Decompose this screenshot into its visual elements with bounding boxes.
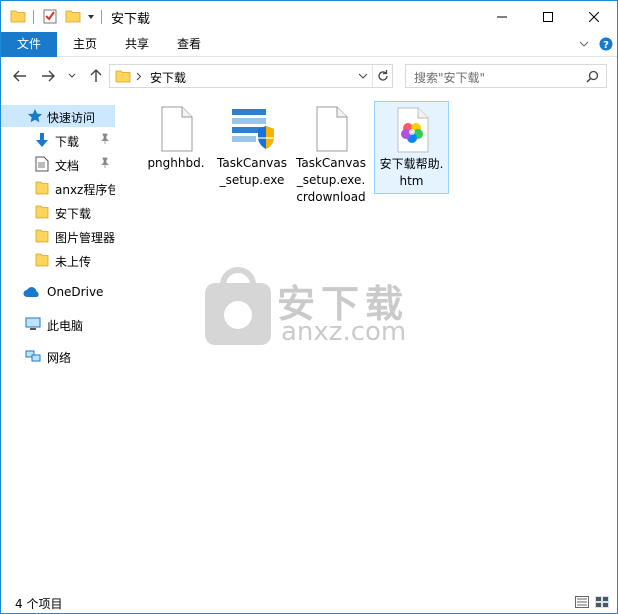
folder-icon [35, 205, 49, 219]
file-item-taskcanvas-exe[interactable]: TaskCanvas_setup.exe [214, 101, 290, 192]
new-folder-icon[interactable] [65, 8, 81, 24]
file-name: pnghhbd. [147, 156, 205, 170]
sidebar-item-image-manager[interactable]: 图片管理器 [1, 225, 115, 247]
sidebar-item-downloads[interactable]: 下载 [1, 129, 115, 151]
explorer-window: 安下载 文件 主页 共享 查看 ? 安下载 搜索"安下载" 快速访问 下载 文档… [0, 0, 618, 614]
ribbon-tabs: 文件 主页 共享 查看 ? [1, 32, 617, 57]
item-count: 4 个项目 [15, 597, 63, 611]
search-box[interactable]: 搜索"安下载" [405, 64, 607, 88]
sidebar-item-label: 网络 [47, 351, 72, 365]
sidebar-item-label: 未上传 [55, 255, 92, 269]
tab-home[interactable]: 主页 [63, 32, 107, 57]
sidebar-item-label: 图片管理器 [55, 231, 115, 245]
sidebar-item-not-uploaded[interactable]: 未上传 [1, 249, 115, 271]
sidebar-item-label: OneDrive [47, 285, 104, 299]
chevron-down-icon [68, 73, 76, 78]
minimize-button[interactable] [479, 1, 525, 32]
window-title: 安下载 [111, 12, 151, 27]
sidebar-item-label: 快速访问 [47, 111, 96, 125]
htm-file-icon [397, 107, 428, 153]
sidebar-item-this-pc[interactable]: 此电脑 [1, 313, 115, 335]
tab-view[interactable]: 查看 [167, 32, 211, 57]
recent-locations-button[interactable] [65, 67, 79, 85]
pin-icon[interactable] [100, 157, 110, 169]
file-name: 安下载帮助.htm [379, 157, 444, 188]
sidebar-item-anxiazai[interactable]: 安下载 [1, 201, 115, 223]
title-bar: 安下载 [1, 1, 617, 32]
sidebar-item-label: 此电脑 [47, 319, 84, 333]
pin-icon[interactable] [100, 133, 110, 145]
chevron-right-icon[interactable] [136, 72, 142, 81]
search-icon[interactable] [586, 70, 599, 83]
sidebar-item-documents[interactable]: 文档 [1, 153, 115, 175]
blank-file-icon [316, 106, 348, 152]
arrow-right-icon [42, 70, 55, 82]
maximize-button[interactable] [525, 1, 571, 32]
expand-ribbon-icon[interactable] [579, 40, 589, 48]
folder-icon [35, 253, 49, 267]
properties-icon[interactable] [42, 8, 58, 24]
installer-exe-icon [232, 109, 274, 149]
sidebar-item-network[interactable]: 网络 [1, 345, 115, 367]
address-path[interactable]: 安下载 [150, 69, 186, 86]
title-separator [33, 10, 34, 24]
address-bar[interactable]: 安下载 [109, 64, 393, 88]
document-icon [35, 156, 49, 172]
folder-icon [35, 181, 49, 195]
customize-toolbar-icon[interactable] [87, 13, 95, 21]
close-button[interactable] [571, 1, 617, 32]
minimize-icon [497, 16, 507, 17]
file-name: TaskCanvas_setup.exe.crdownload [296, 156, 366, 204]
sidebar-item-onedrive[interactable]: OneDrive [1, 281, 115, 303]
maximize-icon [543, 11, 553, 22]
navigation-pane: 快速访问 下载 文档 anxz程序包 安下载 图片管理器 未上传 OneDriv… [1, 101, 115, 589]
file-name: TaskCanvas_setup.exe [217, 156, 287, 187]
sidebar-item-anxz[interactable]: anxz程序包 [1, 177, 115, 199]
sidebar-item-quick-access[interactable]: 快速访问 [1, 105, 115, 127]
file-item-pnghhbd[interactable]: pnghhbd. [138, 101, 214, 175]
tab-file[interactable]: 文件 [1, 32, 57, 57]
watermark-subtext: anxz.com [281, 317, 407, 347]
folder-icon [115, 70, 131, 83]
star-icon [27, 109, 43, 123]
address-dropdown-icon[interactable] [358, 73, 368, 80]
title-separator [101, 10, 102, 24]
sidebar-item-label: 文档 [55, 159, 80, 173]
details-view-icon[interactable] [575, 596, 589, 608]
arrow-up-icon [90, 69, 102, 82]
forward-button[interactable] [39, 67, 57, 85]
file-item-help-htm[interactable]: 安下载帮助.htm [374, 101, 449, 194]
large-icons-view-icon[interactable] [595, 596, 609, 608]
refresh-icon[interactable] [376, 69, 390, 83]
computer-icon [25, 317, 41, 330]
sidebar-item-label: anxz程序包 [55, 183, 115, 197]
up-button[interactable] [87, 67, 105, 85]
address-divider [372, 65, 373, 87]
network-icon [25, 350, 41, 362]
help-icon[interactable]: ? [599, 37, 613, 51]
close-icon [589, 11, 599, 22]
file-item-taskcanvas-crdownload[interactable]: TaskCanvas_setup.exe.crdownload [293, 101, 369, 209]
download-arrow-icon [36, 133, 48, 147]
arrow-left-icon [13, 70, 26, 82]
blank-file-icon [161, 106, 193, 152]
svg-text:?: ? [603, 40, 609, 51]
search-placeholder[interactable]: 搜索"安下载" [414, 69, 485, 86]
folder-icon [35, 229, 49, 243]
back-button[interactable] [11, 67, 29, 85]
status-bar: 4 个项目 [1, 591, 617, 613]
sidebar-item-label: 安下载 [55, 207, 92, 221]
sidebar-item-label: 下载 [55, 135, 80, 149]
folder-icon [10, 10, 26, 23]
watermark-bag-icon [205, 267, 271, 345]
cloud-icon [23, 287, 39, 297]
tab-share[interactable]: 共享 [115, 32, 159, 57]
